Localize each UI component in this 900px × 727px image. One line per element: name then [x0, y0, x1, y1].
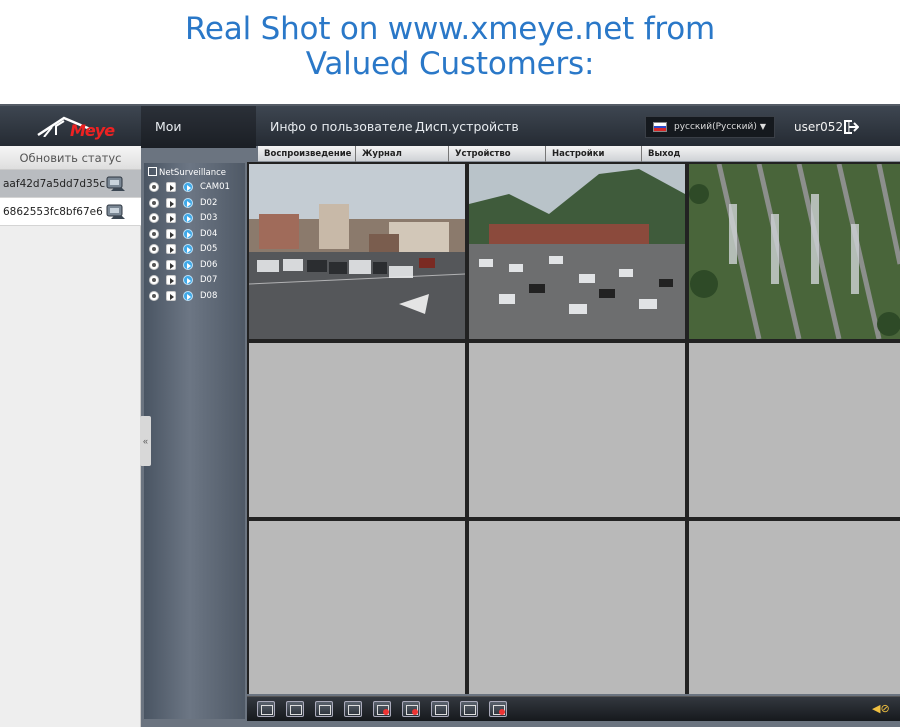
dvr-device-icon	[106, 176, 125, 191]
channel-item[interactable]: CAM01	[149, 181, 241, 195]
video-cell-5[interactable]	[469, 343, 685, 517]
channel-status-icon	[183, 290, 193, 301]
play-channel-icon[interactable]	[166, 290, 176, 301]
dvr-device-icon	[106, 204, 125, 219]
bottom-toolbar: ◀⊘	[247, 696, 900, 721]
channel-label: D02	[200, 197, 218, 208]
sub-menu: Воспроизведение Журнал Устройство Настро…	[258, 146, 900, 162]
channel-item[interactable]: D07	[149, 274, 241, 288]
menu-device[interactable]: Устройство	[448, 146, 545, 162]
channel-label: D07	[200, 275, 218, 285]
promo-line-1: Real Shot on www.xmeye.net from	[184, 11, 716, 47]
record-channel-icon[interactable]	[149, 197, 159, 208]
channel-item[interactable]: D02	[149, 197, 241, 211]
parking-lot-video	[249, 164, 465, 339]
surveillance-icon	[148, 167, 157, 176]
device-item[interactable]: aaf42d7a5dd7d35c	[0, 170, 141, 198]
play-channel-icon[interactable]	[166, 228, 176, 239]
channel-status-icon	[183, 259, 193, 270]
channel-tree: NetSurveillance CAM01 D02 D03 D04 D05 D06 D07 D…	[144, 163, 245, 719]
video-cell-8[interactable]	[469, 521, 685, 694]
record-icon[interactable]	[373, 701, 391, 717]
device-id: aaf42d7a5dd7d35c	[3, 178, 106, 190]
record-channel-icon[interactable]	[149, 182, 159, 192]
volume-icon[interactable]: ◀⊘	[872, 702, 890, 715]
logo-text: Meye	[70, 121, 115, 140]
promo-banner: Real Shot on www.xmeye.net from Valued C…	[0, 0, 900, 104]
tab-device-manager[interactable]: Дисп.устройств	[415, 106, 519, 148]
video-cell-1[interactable]	[249, 164, 465, 339]
record-channel-icon[interactable]	[149, 275, 159, 285]
record-channel-icon[interactable]	[149, 228, 159, 239]
channel-item[interactable]: D08	[149, 290, 241, 304]
device-panel: Обновить статус aaf42d7a5dd7d35c 6862553…	[0, 146, 141, 727]
aerial-parking-video	[689, 164, 900, 339]
menu-settings[interactable]: Настройки	[545, 146, 641, 162]
video-cell-2[interactable]	[469, 164, 685, 339]
channel-label: D08	[200, 290, 218, 301]
nine-view-icon[interactable]	[344, 701, 362, 717]
play-channel-icon[interactable]	[166, 259, 176, 270]
channel-label: D05	[200, 244, 218, 254]
channel-status-icon	[183, 182, 193, 192]
channel-label: D06	[200, 259, 218, 270]
top-navigation: Meye Мои устройства Инфо о пользователе …	[0, 104, 900, 176]
play-channel-icon[interactable]	[166, 244, 176, 254]
video-cell-4[interactable]	[249, 343, 465, 517]
menu-exit[interactable]: Выход	[641, 146, 741, 162]
single-view-icon[interactable]	[286, 701, 304, 717]
device-id: 6862553fc8bf67e6	[3, 206, 103, 218]
snapshot-icon[interactable]	[431, 701, 449, 717]
video-cell-9[interactable]	[689, 521, 900, 694]
channel-status-icon	[183, 197, 193, 208]
promo-line-2: Valued Customers:	[305, 46, 595, 82]
device-item[interactable]: 6862553fc8bf67e6	[0, 198, 141, 226]
video-cell-7[interactable]	[249, 521, 465, 694]
menu-log[interactable]: Журнал	[355, 146, 448, 162]
channel-status-icon	[183, 228, 193, 239]
play-channel-icon[interactable]	[166, 197, 176, 208]
video-cell-6[interactable]	[689, 343, 900, 517]
play-channel-icon[interactable]	[166, 182, 176, 192]
channel-item[interactable]: D06	[149, 259, 241, 273]
app-window: Meye Мои устройства Инфо о пользователе …	[0, 104, 900, 727]
channel-label: D04	[200, 228, 218, 239]
collapse-panel-button[interactable]: «	[140, 416, 151, 466]
record-channel-icon[interactable]	[149, 244, 159, 254]
logo: Meye	[26, 109, 118, 145]
mountain-parking-video	[469, 164, 685, 339]
play-channel-icon[interactable]	[166, 213, 176, 223]
tab-my-devices[interactable]: Мои устройства	[141, 106, 256, 176]
channel-label: CAM01	[200, 182, 230, 192]
channel-item[interactable]: D03	[149, 212, 241, 226]
video-cell-3[interactable]	[689, 164, 900, 339]
tree-root[interactable]: NetSurveillance	[148, 167, 226, 178]
stop-record-icon[interactable]	[402, 701, 420, 717]
russia-flag-icon	[653, 122, 667, 132]
menu-playback[interactable]: Воспроизведение	[258, 146, 355, 162]
talk-icon[interactable]	[460, 701, 478, 717]
channel-status-icon	[183, 213, 193, 223]
refresh-status-button[interactable]: Обновить статус	[0, 146, 141, 170]
dropdown-arrow-icon: ▼	[759, 122, 766, 131]
tab-user-info[interactable]: Инфо о пользователе	[270, 106, 413, 148]
channel-status-icon	[183, 275, 193, 285]
language-select[interactable]: русский(Русский) ▼	[645, 116, 775, 138]
play-channel-icon[interactable]	[166, 275, 176, 285]
channel-label: D03	[200, 213, 218, 223]
record-channel-icon[interactable]	[149, 259, 159, 270]
channel-item[interactable]: D05	[149, 243, 241, 257]
quad-view-icon[interactable]	[315, 701, 333, 717]
fullscreen-icon[interactable]	[257, 701, 275, 717]
channel-status-icon	[183, 244, 193, 254]
stop-talk-icon[interactable]	[489, 701, 507, 717]
video-grid	[247, 162, 900, 694]
logout-icon[interactable]	[843, 119, 859, 135]
channel-item[interactable]: D04	[149, 228, 241, 242]
record-channel-icon[interactable]	[149, 290, 159, 301]
language-value: русский(Русский)	[674, 122, 757, 132]
record-channel-icon[interactable]	[149, 213, 159, 223]
